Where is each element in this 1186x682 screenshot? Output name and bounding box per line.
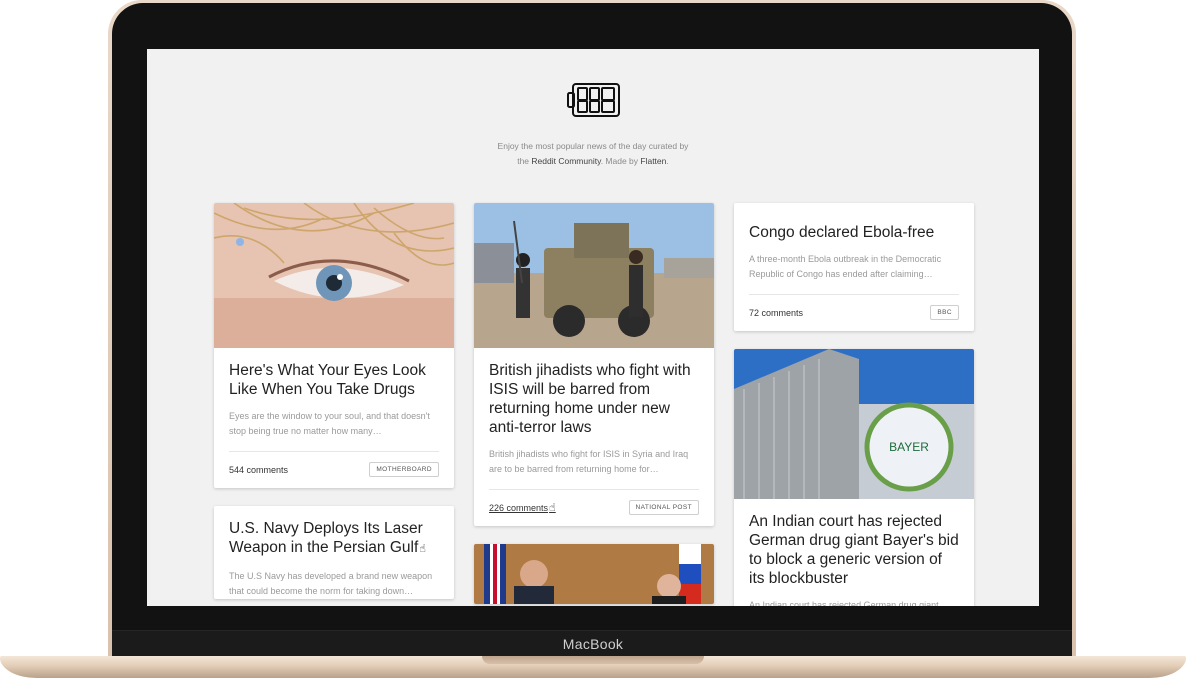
card-image-bayer[interactable]: BAYER — [734, 349, 974, 499]
news-column-3: Congo declared Ebola-free A three-month … — [734, 203, 974, 606]
tagline-line-2: the Reddit Community. Made by Flatten. — [147, 154, 1039, 169]
leaders-photo — [474, 544, 714, 604]
news-column-2: British jihadists who fight with ISIS wi… — [474, 203, 714, 606]
card-excerpt: A three-month Ebola outbreak in the Demo… — [749, 254, 942, 279]
card-excerpt: British jihadists who fight for ISIS in … — [489, 449, 689, 474]
news-card-ebola[interactable]: Congo declared Ebola-free A three-month … — [734, 203, 974, 331]
news-card-isis[interactable]: British jihadists who fight with ISIS wi… — [474, 203, 714, 526]
hand-pointer-icon: ☝ — [549, 502, 556, 514]
source-badge[interactable]: MOTHERBOARD — [369, 462, 439, 477]
tagline-line-1: Enjoy the most popular news of the day c… — [497, 141, 689, 151]
card-image-soldiers[interactable] — [474, 203, 714, 348]
eye-photo — [214, 203, 454, 348]
card-image-leaders[interactable] — [474, 544, 714, 604]
reddit-community-link[interactable]: Reddit Community — [531, 156, 600, 166]
comments-link[interactable]: 544 comments — [229, 465, 288, 475]
comments-text[interactable]: 226 comments — [489, 503, 548, 513]
card-image-eye[interactable] — [214, 203, 454, 348]
card-excerpt: An Indian court has rejected German drug… — [749, 600, 948, 606]
bayer-building-photo: BAYER — [734, 349, 974, 499]
card-footer: 226 comments☝ NATIONAL POST — [489, 489, 699, 526]
tagline-text: . Made by — [600, 156, 641, 166]
browser-viewport[interactable]: Enjoy the most popular news of the day c… — [147, 49, 1039, 606]
card-excerpt: The U.S Navy has developed a brand new w… — [229, 571, 433, 596]
flatten-link[interactable]: Flatten — [640, 156, 666, 166]
laptop-notch — [482, 656, 704, 664]
source-badge[interactable]: BBC — [930, 305, 959, 320]
card-title[interactable]: British jihadists who fight with ISIS wi… — [489, 361, 699, 437]
tagline-text: . — [666, 156, 669, 166]
comments-link[interactable]: 72 comments — [749, 308, 803, 318]
hand-pointer-icon: ☝ — [419, 543, 426, 555]
comments-link[interactable]: 226 comments☝ — [489, 501, 556, 514]
news-card-navy[interactable]: U.S. Navy Deploys Its Laser Weapon in th… — [214, 506, 454, 599]
news-card-bayer[interactable]: BAYER An Indian court has rejected Germa… — [734, 349, 974, 606]
news-card-leaders[interactable] — [474, 544, 714, 604]
site-tagline: Enjoy the most popular news of the day c… — [147, 139, 1039, 169]
news-column-1: Here's What Your Eyes Look Like When You… — [214, 203, 454, 606]
card-footer: 72 comments BBC — [749, 294, 959, 331]
card-title[interactable]: Here's What Your Eyes Look Like When You… — [229, 361, 439, 399]
bayer-sign-text: BAYER — [889, 440, 929, 454]
tile-grid-logo-icon[interactable] — [567, 82, 621, 118]
card-excerpt: Eyes are the window to your soul, and th… — [229, 411, 430, 436]
device-brand-label: MacBook — [562, 636, 624, 652]
card-footer: 544 comments MOTHERBOARD — [229, 451, 439, 488]
tagline-text: the — [517, 156, 532, 166]
card-title-text[interactable]: U.S. Navy Deploys Its Laser Weapon in th… — [229, 520, 423, 556]
card-title[interactable]: Congo declared Ebola-free — [749, 223, 959, 242]
soldiers-photo — [474, 203, 714, 348]
news-card-eyes[interactable]: Here's What Your Eyes Look Like When You… — [214, 203, 454, 488]
card-title[interactable]: U.S. Navy Deploys Its Laser Weapon in th… — [229, 519, 439, 559]
card-title[interactable]: An Indian court has rejected German drug… — [749, 512, 959, 588]
source-badge[interactable]: NATIONAL POST — [628, 500, 699, 515]
